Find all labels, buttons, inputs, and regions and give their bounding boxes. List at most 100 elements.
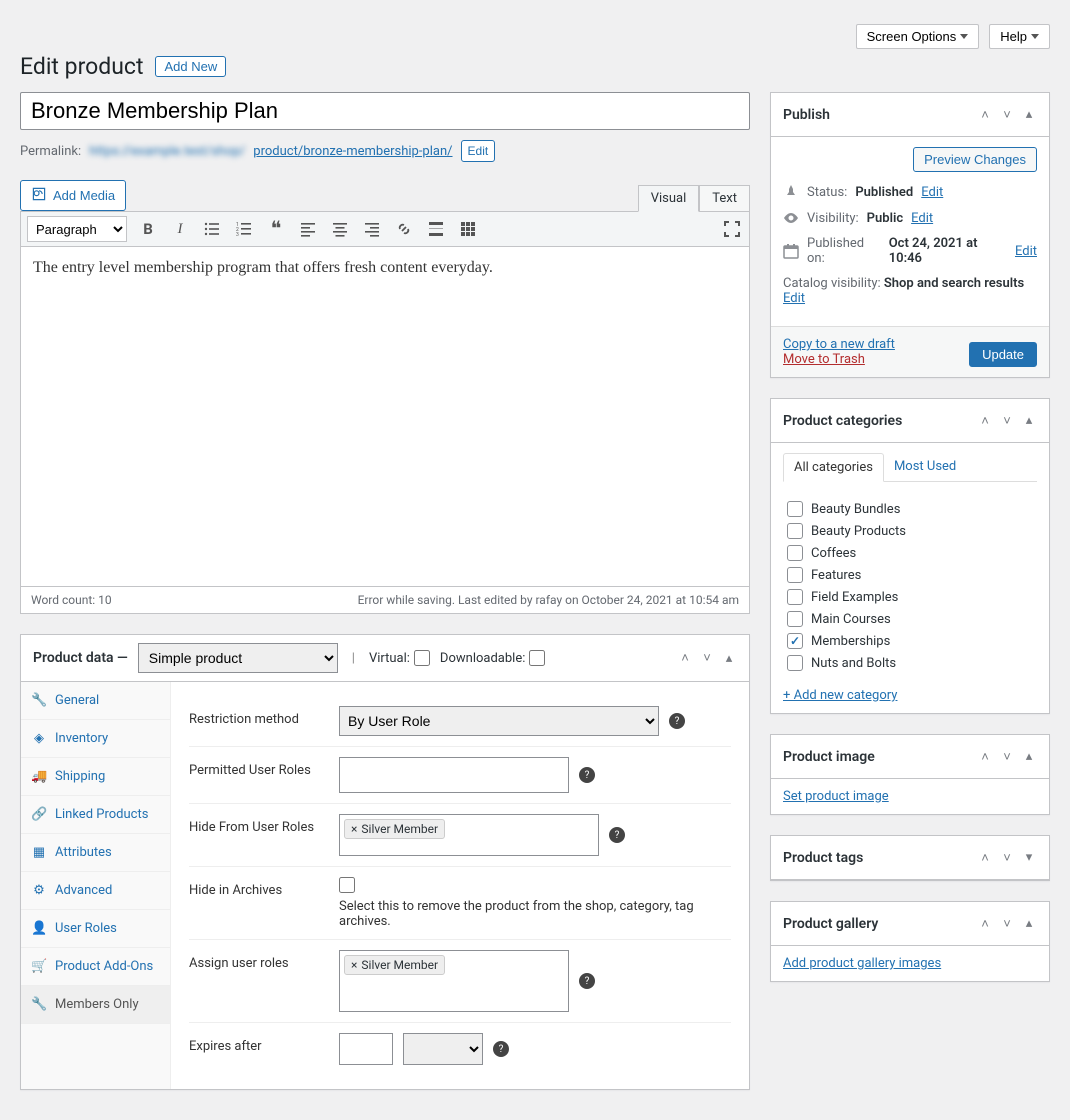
collapse-icon[interactable]: ▾ (1021, 850, 1037, 866)
published-edit-link[interactable]: Edit (1015, 244, 1037, 259)
screen-options-button[interactable]: Screen Options (856, 24, 980, 49)
fullscreen-icon[interactable] (721, 218, 743, 240)
product-tab[interactable]: 🔧Members Only (21, 986, 170, 1024)
category-item[interactable]: Nuts and Bolts (783, 652, 1037, 674)
chevron-down-icon[interactable]: ˅ (999, 850, 1015, 866)
cat-tab-most-used[interactable]: Most Used (884, 453, 966, 481)
collapse-icon[interactable]: ▴ (1021, 413, 1037, 429)
checkbox-icon[interactable] (787, 611, 803, 627)
bullet-list-icon[interactable] (201, 218, 223, 240)
remove-tag-icon[interactable]: × (351, 822, 357, 836)
product-tab[interactable]: 🔧General (21, 682, 170, 720)
help-icon[interactable]: ? (579, 973, 595, 989)
format-select[interactable]: Paragraph (27, 216, 127, 242)
blockquote-icon[interactable]: ❝ (265, 218, 287, 240)
downloadable-checkbox[interactable] (529, 650, 545, 666)
product-tab[interactable]: ◈Inventory (21, 720, 170, 758)
help-icon[interactable]: ? (609, 827, 625, 843)
chevron-down-icon[interactable]: ˅ (999, 749, 1015, 765)
chevron-up-icon[interactable]: ˄ (677, 650, 693, 666)
product-title-input[interactable] (20, 92, 750, 130)
update-button[interactable]: Update (969, 342, 1037, 367)
product-tab[interactable]: 🚚Shipping (21, 758, 170, 796)
editor-tab-visual[interactable]: Visual (638, 185, 700, 212)
chevron-up-icon[interactable]: ˄ (977, 107, 993, 123)
product-type-select[interactable]: Simple product (138, 643, 338, 673)
add-category-link[interactable]: + Add new category (783, 688, 897, 703)
remove-tag-icon[interactable]: × (351, 958, 357, 972)
checkbox-icon[interactable] (787, 501, 803, 517)
collapse-icon[interactable]: ▴ (721, 650, 737, 666)
collapse-icon[interactable]: ▴ (1021, 916, 1037, 932)
italic-icon[interactable]: I (169, 218, 191, 240)
collapse-icon[interactable]: ▴ (1021, 749, 1037, 765)
chevron-down-icon[interactable]: ˅ (999, 413, 1015, 429)
expires-number-input[interactable] (339, 1033, 393, 1065)
hide-roles-input[interactable]: × Silver Member (339, 814, 599, 856)
toolbar-toggle-icon[interactable] (457, 218, 479, 240)
help-button[interactable]: Help (989, 24, 1050, 49)
permalink-slug[interactable]: product/bronze-membership-plan/ (253, 144, 452, 159)
cat-tab-all[interactable]: All categories (783, 453, 884, 482)
checkbox-icon[interactable] (787, 523, 803, 539)
status-edit-link[interactable]: Edit (921, 185, 943, 200)
product-tab[interactable]: 🛒Product Add-Ons (21, 948, 170, 986)
bold-icon[interactable]: B (137, 218, 159, 240)
category-item[interactable]: ✓Memberships (783, 630, 1037, 652)
help-icon[interactable]: ? (669, 713, 685, 729)
category-item[interactable]: Beauty Products (783, 520, 1037, 542)
align-left-icon[interactable] (297, 218, 319, 240)
align-right-icon[interactable] (361, 218, 383, 240)
align-center-icon[interactable] (329, 218, 351, 240)
permalink-edit-button[interactable]: Edit (461, 140, 496, 162)
preview-changes-button[interactable]: Preview Changes (913, 147, 1037, 172)
chevron-up-icon[interactable]: ˄ (977, 850, 993, 866)
chevron-down-icon[interactable]: ˅ (699, 650, 715, 666)
category-item[interactable]: Coffees (783, 542, 1037, 564)
product-tab[interactable]: ⚙Advanced (21, 872, 170, 910)
role-tag[interactable]: × Silver Member (344, 955, 445, 975)
read-more-icon[interactable] (425, 218, 447, 240)
assign-roles-input[interactable]: × Silver Member (339, 950, 569, 1012)
link-icon[interactable] (393, 218, 415, 240)
move-trash-link[interactable]: Move to Trash (783, 352, 865, 367)
editor-tab-text[interactable]: Text (699, 185, 750, 212)
numbered-list-icon[interactable]: 123 (233, 218, 255, 240)
category-item[interactable]: Features (783, 564, 1037, 586)
permitted-roles-input[interactable] (339, 757, 569, 793)
virtual-checkbox[interactable] (414, 650, 430, 666)
product-tab[interactable]: ▦Attributes (21, 834, 170, 872)
help-icon[interactable]: ? (579, 767, 595, 783)
chevron-down-icon[interactable]: ˅ (999, 916, 1015, 932)
chevron-up-icon[interactable]: ˄ (977, 413, 993, 429)
category-item[interactable]: Field Examples (783, 586, 1037, 608)
catalog-edit-link[interactable]: Edit (783, 291, 805, 306)
screen-options-label: Screen Options (867, 29, 957, 44)
collapse-icon[interactable]: ▴ (1021, 107, 1037, 123)
editor-content[interactable]: The entry level membership program that … (20, 247, 750, 587)
restriction-method-select[interactable]: By User Role (339, 706, 659, 736)
help-icon[interactable]: ? (493, 1041, 509, 1057)
category-item[interactable]: Beauty Bundles (783, 498, 1037, 520)
checkbox-icon[interactable] (787, 655, 803, 671)
visibility-edit-link[interactable]: Edit (911, 211, 933, 226)
add-new-button[interactable]: Add New (155, 56, 226, 77)
tab-icon: ◈ (31, 731, 47, 746)
add-media-button[interactable]: Add Media (20, 180, 126, 211)
category-item[interactable]: Main Courses (783, 608, 1037, 630)
role-tag[interactable]: × Silver Member (344, 819, 445, 839)
expires-unit-select[interactable] (403, 1033, 483, 1065)
chevron-up-icon[interactable]: ˄ (977, 916, 993, 932)
product-tab[interactable]: 👤User Roles (21, 910, 170, 948)
checkbox-icon[interactable] (787, 545, 803, 561)
product-tab[interactable]: 🔗Linked Products (21, 796, 170, 834)
chevron-up-icon[interactable]: ˄ (977, 749, 993, 765)
set-product-image-link[interactable]: Set product image (783, 789, 889, 804)
checkbox-icon[interactable]: ✓ (787, 633, 803, 649)
hide-archives-checkbox[interactable] (339, 877, 355, 893)
add-gallery-link[interactable]: Add product gallery images (783, 956, 941, 971)
copy-draft-link[interactable]: Copy to a new draft (783, 337, 895, 352)
checkbox-icon[interactable] (787, 567, 803, 583)
checkbox-icon[interactable] (787, 589, 803, 605)
chevron-down-icon[interactable]: ˅ (999, 107, 1015, 123)
